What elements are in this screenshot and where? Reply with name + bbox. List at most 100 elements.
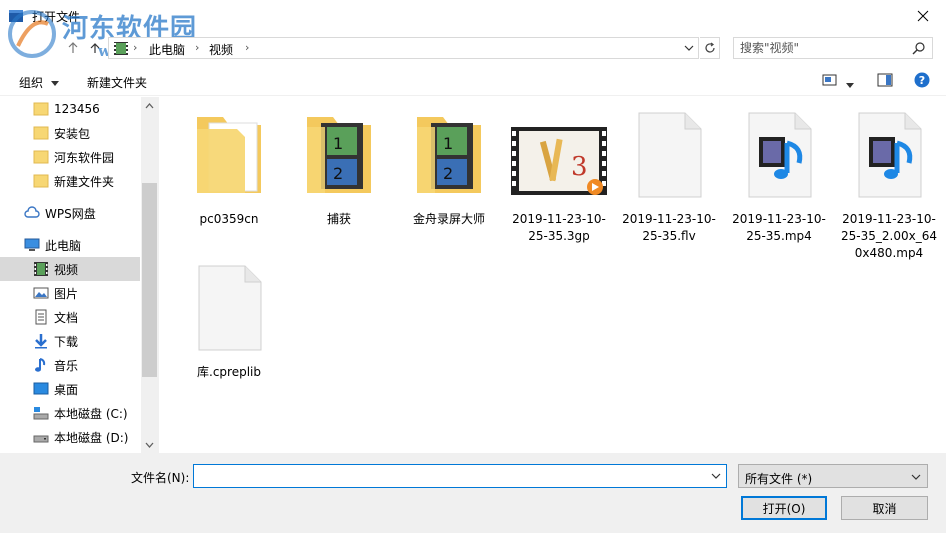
- up-button[interactable]: [64, 39, 82, 57]
- desktop-icon: [33, 382, 49, 395]
- search-icon[interactable]: [912, 41, 926, 55]
- chevron-right-icon[interactable]: ›: [195, 41, 199, 54]
- file-type-select[interactable]: 所有文件 (*): [738, 464, 928, 488]
- sidebar-item-123456[interactable]: 123456: [0, 97, 140, 121]
- scroll-down-button[interactable]: [141, 436, 158, 453]
- help-button[interactable]: ?: [914, 72, 930, 91]
- drive-c-icon: [33, 407, 49, 420]
- close-icon: [917, 10, 929, 22]
- video-folder-icon: [114, 42, 128, 55]
- sidebar-item-label: 音乐: [54, 358, 79, 373]
- toolbar: 组织 新建文件夹 ?: [0, 66, 946, 96]
- scroll-thumb[interactable]: [142, 183, 157, 377]
- chevron-right-icon[interactable]: ›: [245, 41, 249, 54]
- file-name: 2019-11-23-10-25-35.3gp: [512, 212, 606, 243]
- sidebar-item-label: 桌面: [54, 382, 79, 397]
- svg-text:1: 1: [333, 134, 343, 153]
- sidebar-item-label: 视频: [54, 262, 79, 277]
- sidebar-item-desktop[interactable]: 桌面: [0, 377, 140, 401]
- sidebar-item-documents[interactable]: 文档: [0, 305, 140, 329]
- folder-icon: [33, 174, 49, 188]
- caret-down-icon: [846, 83, 854, 88]
- file-type-label: 所有文件 (*): [745, 472, 813, 486]
- chevron-down-icon: [684, 45, 694, 51]
- computer-icon: [24, 238, 40, 251]
- breadcrumb-videos[interactable]: 视频: [209, 41, 233, 58]
- picture-icon: [33, 287, 49, 299]
- navigation-pane: 123456 安装包 河东软件园 新建文件夹 WPS网盘 此电脑 视频 图片 文…: [0, 97, 158, 453]
- title-bar: 打开文件: [0, 0, 946, 32]
- file-name: 2019-11-23-10-25-35.flv: [622, 212, 716, 243]
- sidebar-item-label: 本地磁盘 (C:): [54, 406, 128, 421]
- cancel-button[interactable]: 取消: [841, 496, 928, 520]
- sidebar-item-drive-d[interactable]: 本地磁盘 (D:): [0, 425, 140, 449]
- chevron-right-icon[interactable]: ›: [133, 41, 137, 54]
- arrow-up-icon: [68, 42, 78, 53]
- svg-text:3: 3: [571, 152, 588, 182]
- address-bar[interactable]: › 此电脑 › 视频 ›: [108, 37, 699, 59]
- file-item[interactable]: pc0359cn: [179, 107, 279, 237]
- folder-icon: [197, 117, 261, 193]
- sidebar-item-videos[interactable]: 视频: [0, 257, 140, 281]
- folder-icon: [33, 126, 49, 140]
- organize-button[interactable]: 组织: [19, 74, 59, 91]
- video-thumbnail-icon: 3: [511, 127, 607, 195]
- folder-icon: [33, 102, 49, 116]
- sidebar-item-new-folder[interactable]: 新建文件夹: [0, 169, 140, 193]
- sidebar-item-label: 下载: [54, 334, 79, 349]
- caret-down-icon: [50, 81, 59, 86]
- sidebar-item-wps-cloud[interactable]: WPS网盘: [0, 201, 140, 225]
- sidebar-item-this-pc[interactable]: 此电脑: [0, 233, 140, 257]
- file-name: 库.cpreplib: [197, 365, 261, 379]
- download-icon: [35, 334, 47, 349]
- svg-text:?: ?: [919, 74, 925, 87]
- document-icon: [35, 309, 47, 325]
- search-input[interactable]: [734, 38, 904, 58]
- window-title: 打开文件: [32, 10, 81, 24]
- address-dropdown-button[interactable]: [682, 42, 696, 54]
- search-box[interactable]: [733, 37, 933, 59]
- sidebar-item-pictures[interactable]: 图片: [0, 281, 140, 305]
- breadcrumb-this-pc[interactable]: 此电脑: [149, 41, 185, 58]
- sidebar-item-hedong[interactable]: 河东软件园: [0, 145, 140, 169]
- app-icon: [9, 10, 23, 22]
- chevron-up-icon: [145, 102, 154, 108]
- file-item[interactable]: 1 2 捕获: [289, 107, 389, 237]
- file-item[interactable]: 2019-11-23-10-25-35.flv: [619, 107, 719, 243]
- organize-label: 组织: [19, 76, 44, 90]
- file-item[interactable]: 库.cpreplib: [179, 260, 279, 390]
- file-item[interactable]: 1 2 金舟录屏大师: [399, 107, 499, 237]
- sidebar-item-downloads[interactable]: 下载: [0, 329, 140, 353]
- help-icon: ?: [914, 72, 930, 88]
- sidebar-item-label: 安装包: [54, 126, 91, 141]
- filename-field[interactable]: [193, 464, 727, 488]
- file-item[interactable]: 3 2019-11-23-10-25-35.3gp: [509, 107, 609, 243]
- open-button[interactable]: 打开(O): [741, 496, 827, 520]
- sidebar-item-installers[interactable]: 安装包: [0, 121, 140, 145]
- sidebar-item-drive-c[interactable]: 本地磁盘 (C:): [0, 401, 140, 425]
- sidebar-item-label: 本地磁盘 (D:): [54, 430, 129, 445]
- file-item[interactable]: 2019-11-23-10-25-35_2.00x_640x480.mp4: [839, 107, 939, 260]
- sidebar-item-label: WPS网盘: [45, 206, 96, 221]
- preview-pane-button[interactable]: [877, 73, 893, 90]
- filename-input[interactable]: [194, 465, 704, 487]
- up-level-button[interactable]: [86, 39, 104, 57]
- file-name: 捕获: [326, 212, 351, 226]
- view-options-button[interactable]: [822, 73, 838, 90]
- chevron-down-icon: [911, 474, 921, 480]
- file-item[interactable]: 2019-11-23-10-25-35.mp4: [729, 107, 829, 243]
- chevron-down-icon[interactable]: [710, 471, 722, 481]
- scroll-up-button[interactable]: [141, 97, 158, 114]
- preview-pane-icon: [877, 73, 893, 87]
- file-name: pc0359cn: [199, 212, 259, 226]
- folder-icon: [33, 150, 49, 164]
- sidebar-item-music[interactable]: 音乐: [0, 353, 140, 377]
- refresh-button[interactable]: [700, 37, 720, 59]
- chevron-down-icon: [145, 442, 154, 448]
- sidebar-scrollbar[interactable]: [141, 97, 158, 453]
- view-icon: [822, 74, 837, 86]
- close-button[interactable]: [900, 0, 946, 32]
- view-dropdown-button[interactable]: [846, 77, 854, 91]
- new-folder-button[interactable]: 新建文件夹: [87, 74, 147, 91]
- filename-label: 文件名(N):: [131, 471, 190, 485]
